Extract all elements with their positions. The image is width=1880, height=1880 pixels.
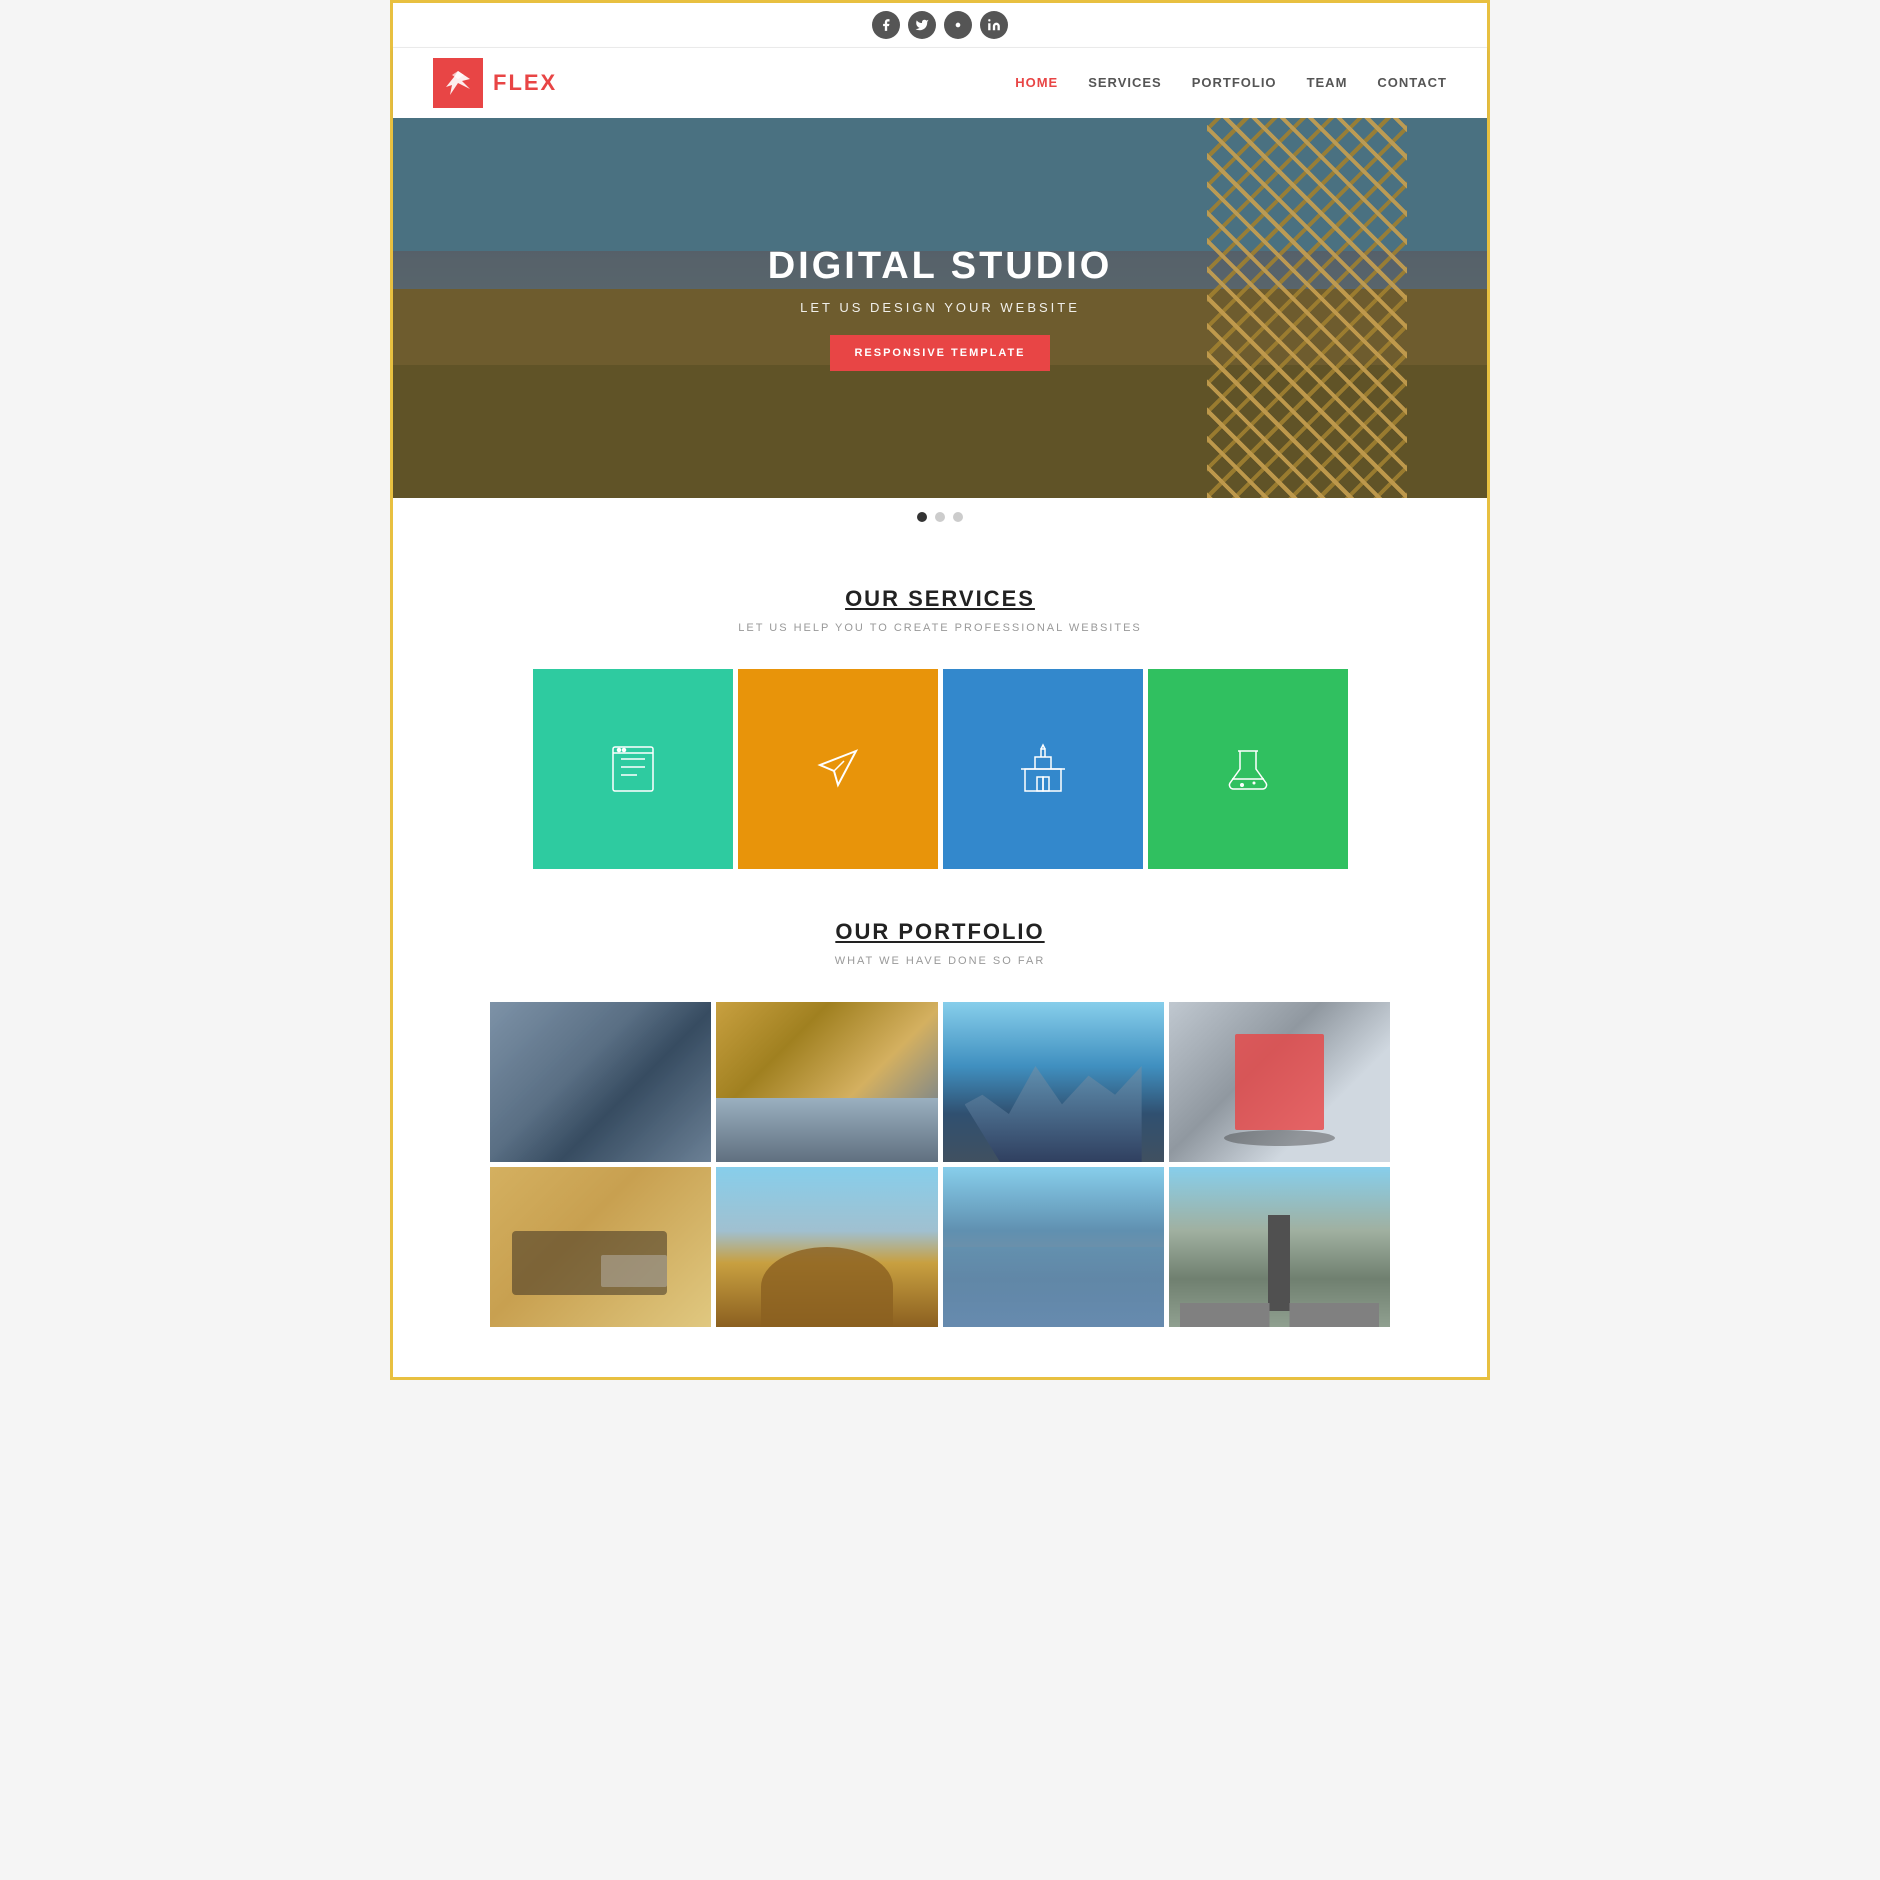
logo-text: FLEX bbox=[493, 70, 557, 96]
nav-team[interactable]: TEAM bbox=[1307, 75, 1348, 90]
portfolio-item-7[interactable]: + bbox=[943, 1167, 1164, 1327]
hero-subtitle: LET US DESIGN YOUR WEBSITE bbox=[768, 300, 1113, 315]
hero-content: DIGITAL STUDIO LET US DESIGN YOUR WEBSIT… bbox=[768, 245, 1113, 371]
portfolio-item-2[interactable]: + bbox=[716, 1002, 937, 1162]
portfolio-item-4[interactable]: + bbox=[1169, 1002, 1390, 1162]
portfolio-item-8[interactable]: + bbox=[1169, 1167, 1390, 1327]
portfolio-grid: + + + + bbox=[490, 1002, 1390, 1327]
services-grid bbox=[490, 669, 1390, 869]
services-title: OUR SERVICES bbox=[413, 586, 1467, 612]
services-section: OUR SERVICES LET US HELP YOU TO CREATE P… bbox=[393, 536, 1487, 919]
service-card-send[interactable] bbox=[738, 669, 938, 869]
services-subtitle: LET US HELP YOU TO CREATE PROFESSIONAL W… bbox=[413, 622, 1467, 634]
portfolio-item-6[interactable]: + bbox=[716, 1167, 937, 1327]
portfolio-item-3[interactable]: + bbox=[943, 1002, 1164, 1162]
portfolio-item-1[interactable]: + bbox=[490, 1002, 711, 1162]
hero-cta-button[interactable]: RESPONSIVE TEMPLATE bbox=[830, 335, 1049, 371]
social-bar bbox=[393, 3, 1487, 48]
service-card-code[interactable] bbox=[533, 669, 733, 869]
logo[interactable]: FLEX bbox=[433, 58, 557, 108]
nav-home[interactable]: HOME bbox=[1015, 75, 1058, 90]
linkedin-icon[interactable] bbox=[980, 11, 1008, 39]
carousel-dot-1[interactable] bbox=[917, 512, 927, 522]
portfolio-subtitle: WHAT WE HAVE DONE SO FAR bbox=[413, 955, 1467, 967]
portfolio-section: OUR PORTFOLIO WHAT WE HAVE DONE SO FAR +… bbox=[393, 919, 1487, 1377]
navbar: FLEX HOME SERVICES PORTFOLIO TEAM CONTAC… bbox=[393, 48, 1487, 118]
carousel-dot-3[interactable] bbox=[953, 512, 963, 522]
twitter-icon[interactable] bbox=[908, 11, 936, 39]
nav-portfolio[interactable]: PORTFOLIO bbox=[1192, 75, 1277, 90]
google-icon[interactable] bbox=[944, 11, 972, 39]
facebook-icon[interactable] bbox=[872, 11, 900, 39]
hero-title: DIGITAL STUDIO bbox=[768, 245, 1113, 288]
portfolio-item-5[interactable]: + bbox=[490, 1167, 711, 1327]
nav-links: HOME SERVICES PORTFOLIO TEAM CONTACT bbox=[1015, 74, 1447, 92]
portfolio-title: OUR PORTFOLIO bbox=[413, 919, 1467, 945]
carousel-dots bbox=[393, 498, 1487, 536]
logo-icon bbox=[433, 58, 483, 108]
nav-services[interactable]: SERVICES bbox=[1088, 75, 1162, 90]
service-card-building[interactable] bbox=[943, 669, 1143, 869]
hero-structure-decoration bbox=[1207, 118, 1407, 498]
carousel-dot-2[interactable] bbox=[935, 512, 945, 522]
service-card-flask[interactable] bbox=[1148, 669, 1348, 869]
nav-contact[interactable]: CONTACT bbox=[1377, 75, 1447, 90]
hero-section: DIGITAL STUDIO LET US DESIGN YOUR WEBSIT… bbox=[393, 118, 1487, 498]
